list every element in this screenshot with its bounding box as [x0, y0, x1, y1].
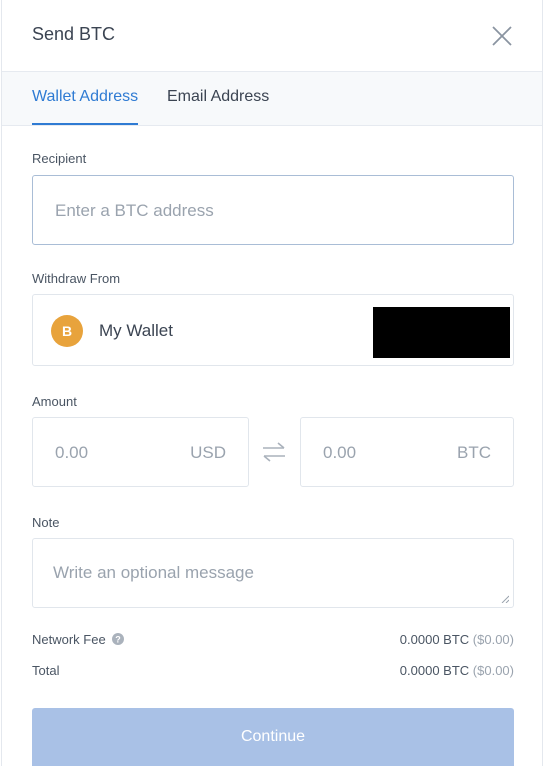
- amount-btc-input[interactable]: [321, 418, 435, 488]
- network-fee-value: 0.0000 BTC ($0.00): [400, 632, 514, 647]
- withdraw-from-label: Withdraw From: [32, 271, 121, 286]
- network-fee-fiat: ($0.00): [472, 632, 514, 647]
- amount-btc-field: BTC: [300, 417, 514, 488]
- wallet-select[interactable]: B My Wallet: [32, 294, 514, 366]
- recipient-field: [32, 175, 514, 246]
- wallet-name: My Wallet: [99, 321, 173, 340]
- usd-currency-label: USD: [190, 443, 226, 462]
- recipient-label: Recipient: [32, 151, 87, 166]
- bitcoin-icon: B: [51, 315, 83, 347]
- redacted-balance: [373, 307, 510, 358]
- network-fee-label: Network Fee: [32, 632, 106, 647]
- tab-wallet-address[interactable]: Wallet Address: [32, 88, 139, 125]
- note-field: [32, 538, 514, 608]
- svg-text:?: ?: [116, 635, 122, 645]
- network-fee-crypto: 0.0000 BTC: [399, 632, 470, 647]
- info-icon[interactable]: ?: [112, 633, 125, 645]
- resize-grip-icon[interactable]: [501, 595, 509, 603]
- swap-arrows-icon[interactable]: [261, 440, 287, 464]
- tab-bar: Wallet Address Email Address: [2, 72, 542, 126]
- send-btc-modal: Send BTC Wallet Address Email Address Re…: [1, 0, 543, 766]
- continue-button[interactable]: Continue: [32, 708, 514, 766]
- amount-usd-input[interactable]: [53, 418, 167, 488]
- close-icon[interactable]: [490, 24, 514, 48]
- note-label: Note: [32, 515, 60, 530]
- recipient-input[interactable]: [53, 176, 497, 246]
- total-label: Total: [32, 663, 60, 678]
- modal-title: Send BTC: [32, 24, 116, 44]
- amount-label: Amount: [32, 394, 77, 409]
- bitcoin-icon-letter: B: [62, 323, 72, 339]
- modal-header: Send BTC: [2, 0, 542, 72]
- total-crypto: 0.0000 BTC: [399, 663, 470, 678]
- amount-usd-field: USD: [32, 417, 249, 488]
- tab-email-address[interactable]: Email Address: [167, 88, 269, 124]
- network-fee-row: Network Fee ? 0.0000 BTC ($0.00): [32, 632, 514, 647]
- total-value: 0.0000 BTC ($0.00): [400, 663, 514, 678]
- note-textarea[interactable]: [53, 563, 493, 599]
- btc-currency-label: BTC: [457, 443, 491, 462]
- total-row: Total 0.0000 BTC ($0.00): [32, 663, 514, 678]
- total-fiat: ($0.00): [472, 663, 514, 678]
